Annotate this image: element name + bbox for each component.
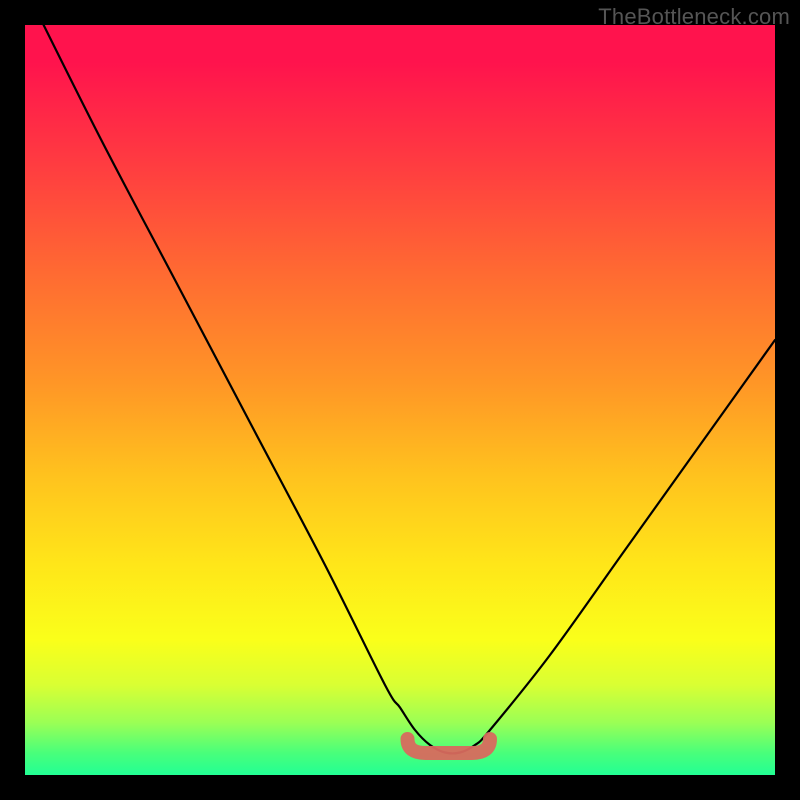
watermark-text: TheBottleneck.com — [598, 4, 790, 30]
bottleneck-curve-path — [25, 25, 775, 753]
optimal-band-marker — [408, 739, 491, 753]
plot-area — [25, 25, 775, 775]
curve-layer — [25, 25, 775, 775]
chart-frame: TheBottleneck.com — [0, 0, 800, 800]
